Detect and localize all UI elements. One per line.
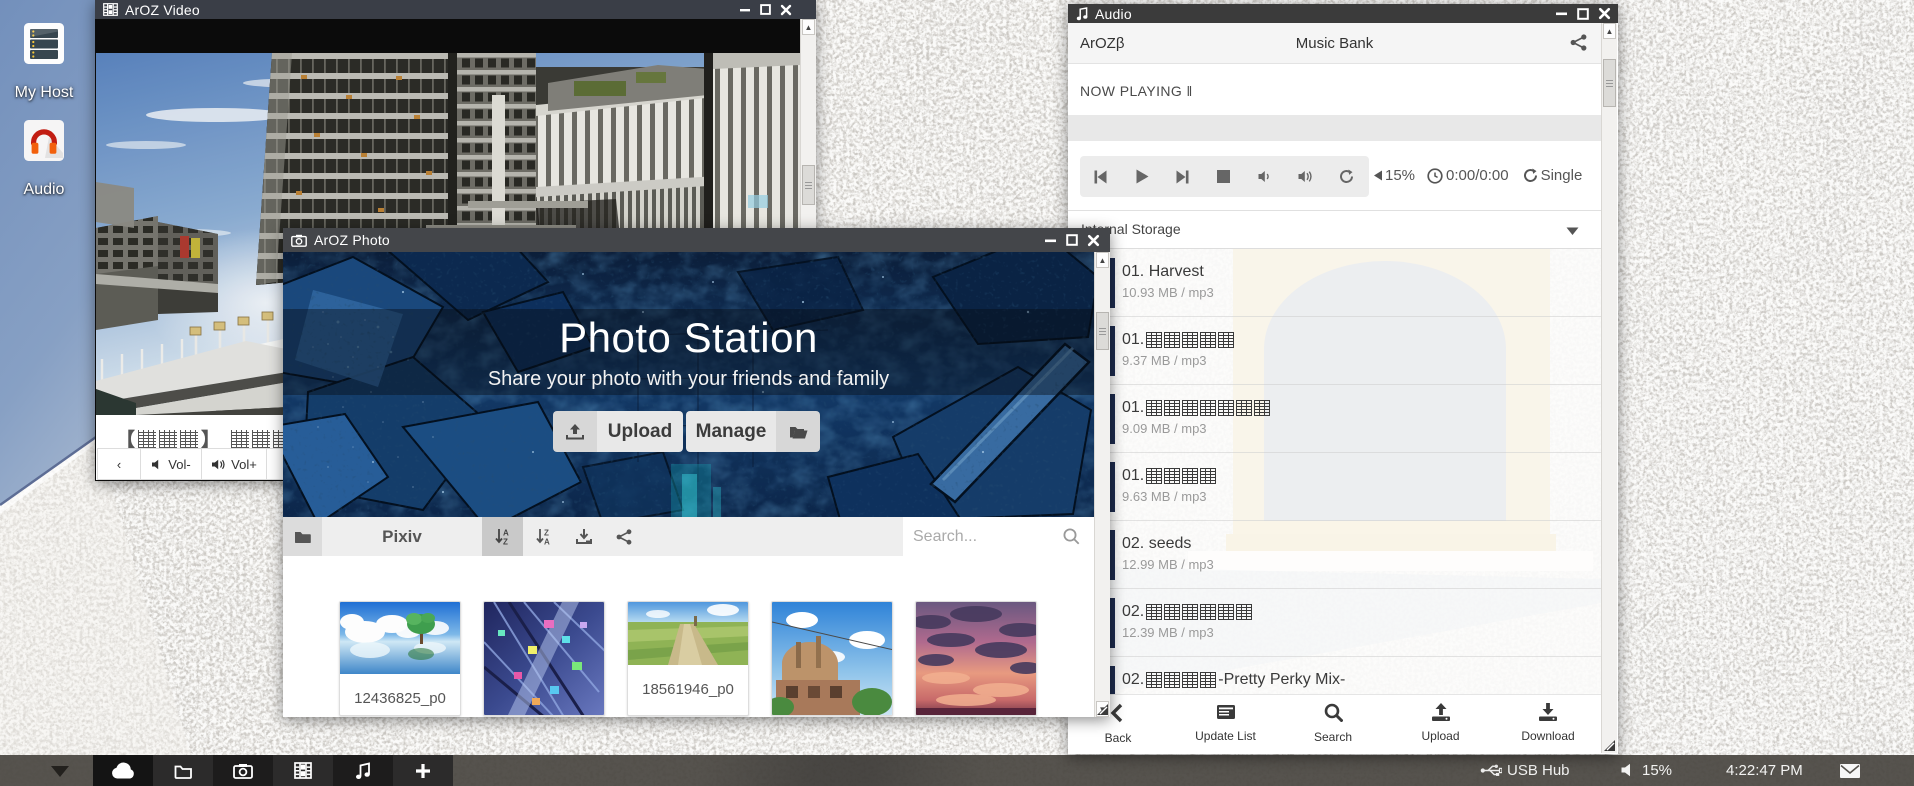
- svg-text:Z: Z: [503, 537, 508, 546]
- svg-text:A: A: [503, 528, 509, 537]
- svg-text:A: A: [544, 537, 550, 546]
- svg-text:Z: Z: [544, 528, 549, 537]
